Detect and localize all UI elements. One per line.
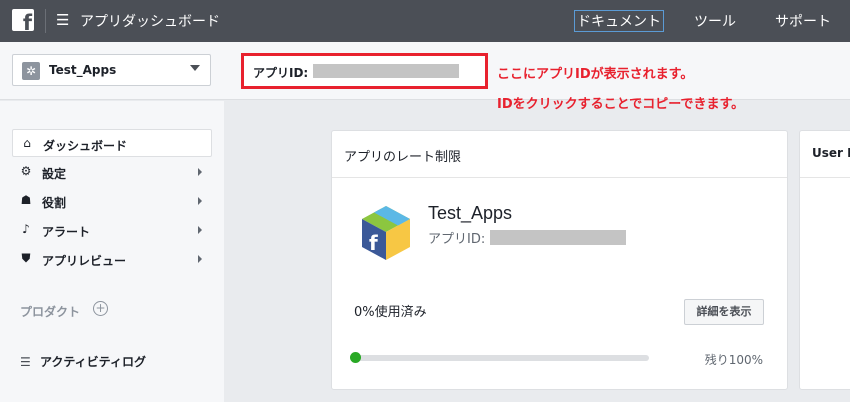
card-header: アプリのレート制限	[332, 131, 787, 178]
remaining-text: 残り100%	[704, 353, 763, 367]
sidebar: ⌂ ダッシュボード ⚙ 設定 ☗ 役割 ♪ アラート ⛊ アプリレビュー プロダ…	[0, 101, 224, 402]
sidebar-item-settings[interactable]: ⚙ 設定	[12, 158, 212, 186]
card-app-id-value-redacted[interactable]	[490, 230, 626, 245]
nav-support-link[interactable]: サポート	[775, 11, 831, 31]
user-rate-card: User R	[799, 130, 850, 390]
list-icon: ☰	[20, 355, 31, 369]
view-details-button[interactable]: 詳細を表示	[684, 299, 764, 325]
card-app-name: Test_Apps	[428, 203, 513, 223]
app-id-value-redacted[interactable]	[313, 64, 459, 78]
card-header: User R	[800, 131, 850, 178]
sidebar-item-label: ダッシュボード	[43, 139, 128, 153]
chevron-right-icon	[198, 168, 202, 176]
app-cube-logo-icon: f	[362, 206, 410, 260]
card-title: アプリのレート制限	[344, 150, 462, 165]
card-app-id-label: アプリID:	[428, 232, 486, 247]
chevron-right-icon	[198, 255, 202, 263]
app-settings-icon: ✲	[22, 62, 40, 80]
chevron-right-icon	[198, 226, 202, 234]
annotation-line-1: ここにアプリIDが表示されます。	[497, 67, 694, 82]
sidebar-item-label: アプリレビュー	[42, 254, 127, 268]
sidebar-item-activity-log[interactable]: ☰ アクティビティログ	[20, 353, 146, 370]
annotation-line-2: IDをクリックすることでコピーできます。	[497, 97, 745, 112]
nav-tools-link[interactable]: ツール	[694, 11, 736, 31]
usage-progress-indicator	[350, 352, 361, 363]
sidebar-item-label: 役割	[42, 196, 67, 210]
app-id-label: アプリID:	[253, 66, 309, 80]
usage-progress-bar	[350, 352, 649, 363]
roles-icon: ☗	[20, 193, 32, 207]
sidebar-item-label: アラート	[42, 225, 91, 239]
rate-limit-card: アプリのレート制限 f Test_Apps アプリID: 0%使用済み 詳細を表…	[331, 130, 788, 390]
products-section-label: プロダクト	[20, 305, 81, 319]
app-id-highlight-box[interactable]: アプリID:	[241, 53, 488, 89]
sidebar-item-label: アクティビティログ	[40, 355, 146, 369]
usage-text: 0%使用済み	[354, 305, 427, 320]
bell-icon: ♪	[22, 222, 30, 236]
app-selector-dropdown[interactable]: ✲ Test_Apps	[12, 54, 211, 86]
topbar-divider	[45, 9, 46, 33]
sidebar-item-alerts[interactable]: ♪ アラート	[12, 216, 212, 244]
dropdown-caret-icon	[190, 65, 200, 71]
page-title: アプリダッシュボード	[80, 14, 220, 30]
app-selector-name: Test_Apps	[49, 63, 117, 77]
card-title: User R	[812, 146, 850, 160]
add-product-icon[interactable]: +	[93, 301, 108, 316]
sidebar-item-dashboard[interactable]: ⌂ ダッシュボード	[12, 129, 212, 157]
hamburger-menu-icon[interactable]: ☰	[56, 12, 72, 28]
sidebar-item-label: 設定	[42, 167, 67, 181]
facebook-logo-icon[interactable]: f	[12, 9, 34, 31]
shield-icon: ⛊	[21, 251, 31, 265]
top-navigation-bar: f ☰ アプリダッシュボード ドキュメント ツール サポート	[0, 0, 850, 42]
svg-text:f: f	[369, 231, 378, 255]
sidebar-item-roles[interactable]: ☗ 役割	[12, 187, 212, 215]
gear-icon: ⚙	[20, 164, 32, 178]
home-icon: ⌂	[23, 136, 31, 150]
chevron-right-icon	[198, 197, 202, 205]
nav-documents-link[interactable]: ドキュメント	[574, 10, 664, 32]
sidebar-item-app-review[interactable]: ⛊ アプリレビュー	[12, 245, 212, 273]
